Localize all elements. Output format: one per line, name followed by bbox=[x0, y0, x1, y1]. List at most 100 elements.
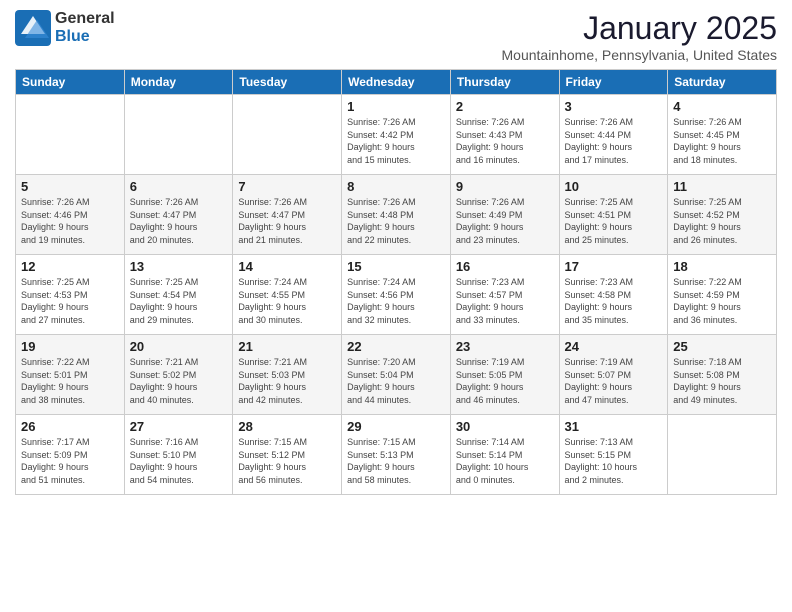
day-number: 9 bbox=[456, 179, 554, 194]
calendar-cell: 19 Sunrise: 7:22 AM Sunset: 5:01 PM Dayli… bbox=[16, 335, 125, 415]
day-number: 25 bbox=[673, 339, 771, 354]
calendar-cell: 6Sunrise: 7:26 AM Sunset: 4:47 PM Daylig… bbox=[124, 175, 233, 255]
calendar-week-row: 5Sunrise: 7:26 AM Sunset: 4:46 PM Daylig… bbox=[16, 175, 777, 255]
weekday-header-friday: Friday bbox=[559, 70, 668, 95]
calendar-cell: 22 Sunrise: 7:20 AM Sunset: 5:04 PM Dayli… bbox=[342, 335, 451, 415]
calendar-cell: 1Sunrise: 7:26 AM Sunset: 4:42 PM Daylig… bbox=[342, 95, 451, 175]
day-info: Sunrise: 7:26 AM Sunset: 4:45 PM Dayligh… bbox=[673, 116, 771, 166]
calendar-table: SundayMondayTuesdayWednesdayThursdayFrid… bbox=[15, 69, 777, 495]
day-info: Sunrise: 7:19 AM Sunset: 5:05 PM Dayligh… bbox=[456, 356, 554, 406]
calendar-cell: 26 Sunrise: 7:17 AM Sunset: 5:09 PM Dayli… bbox=[16, 415, 125, 495]
logo-icon bbox=[15, 10, 51, 46]
day-number: 10 bbox=[565, 179, 663, 194]
calendar-cell: 24Sunrise: 7:19 AM Sunset: 5:07 PM Dayli… bbox=[559, 335, 668, 415]
title-block: January 2025 Mountainhome, Pennsylvania,… bbox=[502, 10, 778, 63]
day-number: 16 bbox=[456, 259, 554, 274]
day-number: 13 bbox=[130, 259, 228, 274]
calendar-cell: 28Sunrise: 7:15 AM Sunset: 5:12 PM Dayli… bbox=[233, 415, 342, 495]
day-number: 12 bbox=[21, 259, 119, 274]
day-info: Sunrise: 7:24 AM Sunset: 4:55 PM Dayligh… bbox=[238, 276, 336, 326]
day-number: 24 bbox=[565, 339, 663, 354]
day-number: 7 bbox=[238, 179, 336, 194]
day-info: Sunrise: 7:17 AM Sunset: 5:09 PM Dayligh… bbox=[21, 436, 119, 486]
month-title: January 2025 bbox=[502, 10, 778, 47]
calendar-cell: 3Sunrise: 7:26 AM Sunset: 4:44 PM Daylig… bbox=[559, 95, 668, 175]
day-info: Sunrise: 7:21 AM Sunset: 5:03 PM Dayligh… bbox=[238, 356, 336, 406]
day-info: Sunrise: 7:21 AM Sunset: 5:02 PM Dayligh… bbox=[130, 356, 228, 406]
calendar-cell: 31 Sunrise: 7:13 AM Sunset: 5:15 PM Dayli… bbox=[559, 415, 668, 495]
day-info: Sunrise: 7:23 AM Sunset: 4:57 PM Dayligh… bbox=[456, 276, 554, 326]
day-number: 2 bbox=[456, 99, 554, 114]
day-info: Sunrise: 7:26 AM Sunset: 4:43 PM Dayligh… bbox=[456, 116, 554, 166]
day-number: 1 bbox=[347, 99, 445, 114]
day-info: Sunrise: 7:15 AM Sunset: 5:13 PM Dayligh… bbox=[347, 436, 445, 486]
day-info: Sunrise: 7:23 AM Sunset: 4:58 PM Dayligh… bbox=[565, 276, 663, 326]
weekday-header-monday: Monday bbox=[124, 70, 233, 95]
day-number: 17 bbox=[565, 259, 663, 274]
calendar-cell bbox=[124, 95, 233, 175]
calendar-cell bbox=[16, 95, 125, 175]
day-number: 18 bbox=[673, 259, 771, 274]
day-number: 26 bbox=[21, 419, 119, 434]
day-info: Sunrise: 7:25 AM Sunset: 4:51 PM Dayligh… bbox=[565, 196, 663, 246]
calendar-week-row: 26 Sunrise: 7:17 AM Sunset: 5:09 PM Dayli… bbox=[16, 415, 777, 495]
calendar-week-row: 1Sunrise: 7:26 AM Sunset: 4:42 PM Daylig… bbox=[16, 95, 777, 175]
day-info: Sunrise: 7:14 AM Sunset: 5:14 PM Dayligh… bbox=[456, 436, 554, 486]
day-number: 19 bbox=[21, 339, 119, 354]
calendar-cell: 7 Sunrise: 7:26 AM Sunset: 4:47 PM Daylig… bbox=[233, 175, 342, 255]
calendar-cell: 23Sunrise: 7:19 AM Sunset: 5:05 PM Dayli… bbox=[450, 335, 559, 415]
calendar-cell: 30Sunrise: 7:14 AM Sunset: 5:14 PM Dayli… bbox=[450, 415, 559, 495]
calendar-cell: 12 Sunrise: 7:25 AM Sunset: 4:53 PM Dayli… bbox=[16, 255, 125, 335]
day-info: Sunrise: 7:20 AM Sunset: 5:04 PM Dayligh… bbox=[347, 356, 445, 406]
calendar-cell: 15 Sunrise: 7:24 AM Sunset: 4:56 PM Dayli… bbox=[342, 255, 451, 335]
day-number: 29 bbox=[347, 419, 445, 434]
calendar-cell: 4 Sunrise: 7:26 AM Sunset: 4:45 PM Daylig… bbox=[668, 95, 777, 175]
calendar-cell: 5Sunrise: 7:26 AM Sunset: 4:46 PM Daylig… bbox=[16, 175, 125, 255]
calendar-cell: 13 Sunrise: 7:25 AM Sunset: 4:54 PM Dayli… bbox=[124, 255, 233, 335]
calendar-cell: 29 Sunrise: 7:15 AM Sunset: 5:13 PM Dayli… bbox=[342, 415, 451, 495]
day-number: 31 bbox=[565, 419, 663, 434]
day-number: 20 bbox=[130, 339, 228, 354]
day-number: 15 bbox=[347, 259, 445, 274]
day-info: Sunrise: 7:26 AM Sunset: 4:46 PM Dayligh… bbox=[21, 196, 119, 246]
day-info: Sunrise: 7:15 AM Sunset: 5:12 PM Dayligh… bbox=[238, 436, 336, 486]
day-info: Sunrise: 7:26 AM Sunset: 4:44 PM Dayligh… bbox=[565, 116, 663, 166]
calendar-cell: 16 Sunrise: 7:23 AM Sunset: 4:57 PM Dayli… bbox=[450, 255, 559, 335]
calendar-cell: 20 Sunrise: 7:21 AM Sunset: 5:02 PM Dayli… bbox=[124, 335, 233, 415]
calendar-cell: 9Sunrise: 7:26 AM Sunset: 4:49 PM Daylig… bbox=[450, 175, 559, 255]
day-info: Sunrise: 7:22 AM Sunset: 5:01 PM Dayligh… bbox=[21, 356, 119, 406]
day-info: Sunrise: 7:25 AM Sunset: 4:54 PM Dayligh… bbox=[130, 276, 228, 326]
day-info: Sunrise: 7:26 AM Sunset: 4:48 PM Dayligh… bbox=[347, 196, 445, 246]
weekday-header-thursday: Thursday bbox=[450, 70, 559, 95]
day-info: Sunrise: 7:24 AM Sunset: 4:56 PM Dayligh… bbox=[347, 276, 445, 326]
calendar-cell: 27Sunrise: 7:16 AM Sunset: 5:10 PM Dayli… bbox=[124, 415, 233, 495]
day-number: 22 bbox=[347, 339, 445, 354]
day-number: 11 bbox=[673, 179, 771, 194]
day-info: Sunrise: 7:25 AM Sunset: 4:53 PM Dayligh… bbox=[21, 276, 119, 326]
day-number: 8 bbox=[347, 179, 445, 194]
day-number: 21 bbox=[238, 339, 336, 354]
day-number: 4 bbox=[673, 99, 771, 114]
day-info: Sunrise: 7:22 AM Sunset: 4:59 PM Dayligh… bbox=[673, 276, 771, 326]
day-info: Sunrise: 7:26 AM Sunset: 4:47 PM Dayligh… bbox=[238, 196, 336, 246]
logo-blue-text: Blue bbox=[55, 28, 90, 45]
calendar-cell: 11Sunrise: 7:25 AM Sunset: 4:52 PM Dayli… bbox=[668, 175, 777, 255]
calendar-cell: 8 Sunrise: 7:26 AM Sunset: 4:48 PM Daylig… bbox=[342, 175, 451, 255]
calendar-cell: 25Sunrise: 7:18 AM Sunset: 5:08 PM Dayli… bbox=[668, 335, 777, 415]
logo: General Blue bbox=[15, 10, 115, 46]
weekday-header-saturday: Saturday bbox=[668, 70, 777, 95]
calendar-cell: 17 Sunrise: 7:23 AM Sunset: 4:58 PM Dayli… bbox=[559, 255, 668, 335]
calendar-cell: 21 Sunrise: 7:21 AM Sunset: 5:03 PM Dayli… bbox=[233, 335, 342, 415]
weekday-header-sunday: Sunday bbox=[16, 70, 125, 95]
weekday-header-wednesday: Wednesday bbox=[342, 70, 451, 95]
calendar-week-row: 19 Sunrise: 7:22 AM Sunset: 5:01 PM Dayli… bbox=[16, 335, 777, 415]
calendar-week-row: 12 Sunrise: 7:25 AM Sunset: 4:53 PM Dayli… bbox=[16, 255, 777, 335]
calendar-cell: 10 Sunrise: 7:25 AM Sunset: 4:51 PM Dayli… bbox=[559, 175, 668, 255]
calendar-cell: 14Sunrise: 7:24 AM Sunset: 4:55 PM Dayli… bbox=[233, 255, 342, 335]
calendar-cell bbox=[668, 415, 777, 495]
day-info: Sunrise: 7:13 AM Sunset: 5:15 PM Dayligh… bbox=[565, 436, 663, 486]
main-container: General Blue January 2025 Mountainhome, … bbox=[0, 0, 792, 505]
weekday-header-tuesday: Tuesday bbox=[233, 70, 342, 95]
calendar-cell bbox=[233, 95, 342, 175]
day-info: Sunrise: 7:26 AM Sunset: 4:47 PM Dayligh… bbox=[130, 196, 228, 246]
